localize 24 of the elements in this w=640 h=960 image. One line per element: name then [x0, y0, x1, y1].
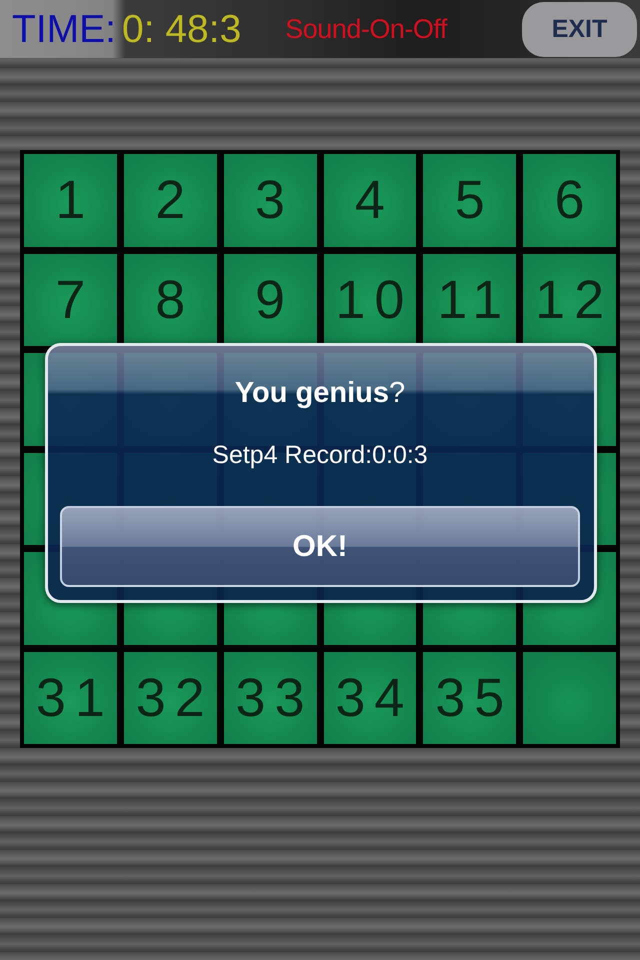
number-tile[interactable]: 1 [24, 154, 117, 246]
number-tile[interactable]: 4 [324, 154, 416, 246]
number-tile[interactable]: 5 [423, 154, 516, 246]
exit-button[interactable]: EXIT [522, 2, 637, 56]
number-tile[interactable]: 32 [124, 652, 217, 744]
number-tile[interactable]: 6 [523, 154, 616, 246]
sound-toggle[interactable]: Sound-On-Off [285, 14, 447, 44]
number-tile[interactable]: 11 [423, 254, 516, 346]
number-tile[interactable]: 34 [324, 652, 416, 744]
number-tile[interactable]: 31 [24, 652, 117, 744]
number-tile[interactable]: 12 [523, 254, 616, 346]
time-value: 0: 48:3 [122, 10, 242, 48]
time-label: TIME: [12, 10, 116, 48]
number-tile[interactable]: 8 [124, 254, 217, 346]
number-tile[interactable]: 2 [124, 154, 217, 246]
number-tile[interactable]: 7 [24, 254, 117, 346]
number-tile[interactable]: 3 [224, 154, 316, 246]
alert-title: You genius? [234, 376, 406, 410]
number-tile[interactable]: 33 [224, 652, 316, 744]
alert-message: Setp4 Record:0:0:3 [212, 440, 428, 470]
number-tile[interactable]: 35 [423, 652, 516, 744]
number-tile[interactable]: 9 [224, 254, 316, 346]
ok-button[interactable]: OK! [60, 506, 580, 587]
number-tile[interactable]: 10 [324, 254, 416, 346]
